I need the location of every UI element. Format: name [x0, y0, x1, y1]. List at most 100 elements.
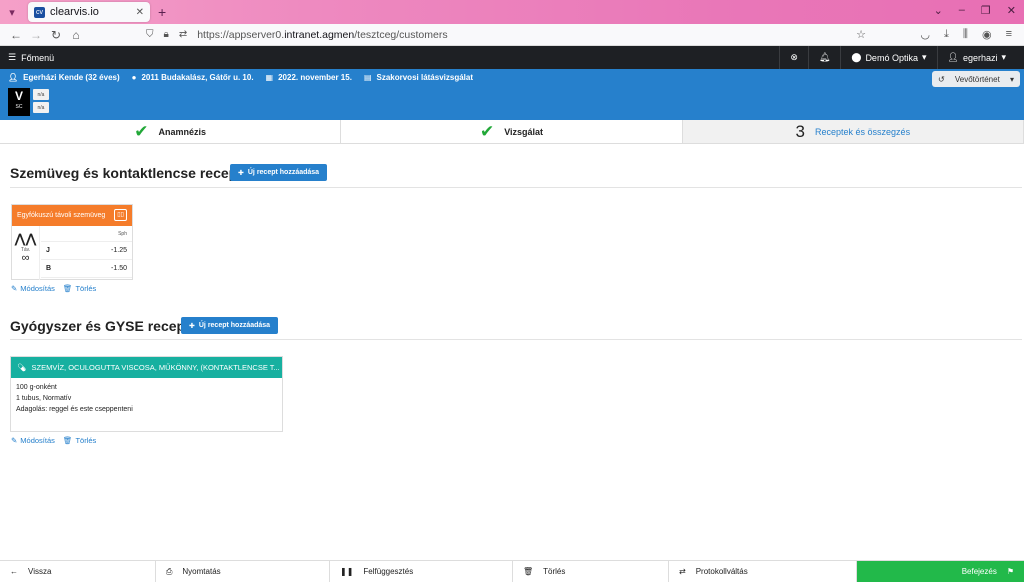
protocol-switch-button[interactable]: ⇄ Protokollváltás	[669, 561, 857, 582]
patient-name: 👤︎ Egerházi Kende (32 éves)	[8, 73, 120, 82]
table-row: J -1.25	[41, 242, 132, 260]
suspend-button[interactable]: ❚❚ Felfüggesztés	[330, 561, 513, 582]
step-label: Anamnézis	[158, 126, 207, 137]
trash-icon: 🗑︎	[62, 284, 73, 293]
caret-down-icon: ▾	[1009, 74, 1014, 84]
user-icon: 👤︎	[947, 52, 959, 62]
caret-down-icon: ▾	[1001, 52, 1006, 62]
minimize-window-icon[interactable]: –	[959, 4, 965, 17]
edit-glasses-link[interactable]: ✎ Módosítás	[11, 284, 55, 293]
add-medicine-prescription-button[interactable]: ✚ Új recept hozzáadása	[181, 317, 279, 334]
caret-down-icon: ▾	[921, 52, 927, 62]
map-pin-icon: ●	[131, 73, 137, 82]
main-menu-label: Főmenü	[21, 52, 55, 63]
add-glasses-prescription-button[interactable]: ✚ Új recept hozzáadása	[230, 164, 328, 181]
exchange-icon: ⇄	[679, 567, 686, 576]
prescription-values: Sph J -1.25 B -1.50	[41, 226, 132, 278]
medicine-card-body: 100 g-onként 1 tubus, Normatív Adagolás:…	[11, 378, 282, 419]
exam-date: ▦ 2022. november 15.	[265, 73, 352, 82]
url-bar[interactable]: ⛉ 🔒︎ ⇄ https://appserver0. intranet.agmen…	[146, 26, 866, 44]
medicine-section-title: Gyógyszer és GYSE receptek	[10, 318, 206, 334]
reload-icon[interactable]: ↻	[46, 28, 66, 42]
user-name: egerhazi	[962, 52, 998, 63]
home-icon[interactable]: ⌂	[66, 28, 86, 42]
hamburger-icon: ☰	[8, 52, 17, 62]
library-icon[interactable]: ⫼	[963, 28, 968, 41]
finish-button[interactable]: Befejezés ⚑	[857, 561, 1024, 582]
document-icon: ▤	[363, 73, 372, 82]
pencil-icon: ✎	[11, 284, 18, 293]
calendar-icon: ▦	[265, 73, 274, 82]
step-prescriptions[interactable]: 3 Receptek és összegzés	[682, 120, 1024, 143]
customer-history-label: Vevőtörténet	[954, 74, 1000, 84]
print-button[interactable]: ⎙ Nyomtatás	[156, 561, 330, 582]
delete-button[interactable]: 🗑︎ Törlés	[513, 561, 669, 582]
check-icon: ✔	[479, 121, 495, 141]
flag-icon: ⚑	[1006, 567, 1014, 576]
app-header: ☰ Főmenü ⊗ 🔔︎ ⬤ Demó Optika ▾ 👤︎ egerhaz…	[0, 46, 1024, 69]
mountain-icon: ⋀⋀	[14, 231, 37, 246]
downloads-icon[interactable]: ⤓	[944, 28, 949, 41]
add-button-label: Új recept hozzáadása	[247, 169, 320, 176]
patient-badge-sub: SC	[15, 104, 23, 110]
plus-icon: ✚	[238, 169, 244, 177]
new-tab-icon[interactable]: +	[158, 4, 166, 20]
back-arrow-icon[interactable]: ←	[6, 28, 26, 42]
patient-address: ● 2011 Budakalász, Gátőr u. 10.	[131, 73, 254, 82]
close-circle-button[interactable]: ⊗	[779, 46, 808, 69]
pills-icon: 💊︎	[17, 363, 27, 372]
customer-history-button[interactable]: ↺ Vevőtörténet ▾	[932, 71, 1020, 87]
infinity-icon: ∞	[21, 252, 30, 264]
close-tab-icon[interactable]: ✕	[136, 7, 144, 18]
restore-window-icon[interactable]: ❐	[981, 4, 991, 17]
account-icon[interactable]: ◉	[982, 28, 992, 41]
edit-medicine-link[interactable]: ✎ Módosítás	[11, 436, 55, 445]
plus-icon: ✚	[189, 322, 195, 330]
exam-type: ▤ Szakorvosi látásvizsgálat	[363, 73, 473, 82]
na-badge-1: n/a	[33, 89, 49, 100]
patient-badge-letter: V	[14, 89, 23, 103]
pause-icon: ❚❚	[340, 567, 354, 576]
lock-icon[interactable]: 🔒︎	[164, 29, 169, 40]
sph-value: -1.25	[111, 247, 127, 254]
step-examination[interactable]: ✔ Vizsgálat	[341, 120, 683, 143]
back-button[interactable]: ← Vissza	[0, 561, 156, 582]
glasses-type-icon: ▯▯	[114, 209, 127, 221]
sph-value: -1.50	[111, 265, 127, 272]
forward-arrow-icon[interactable]: →	[26, 28, 46, 42]
patient-badge: V SC	[8, 88, 30, 116]
main-menu-button[interactable]: ☰ Főmenü	[8, 52, 54, 63]
step-anamnesis[interactable]: ✔ Anamnézis	[0, 120, 342, 143]
glasses-card-title: Egyfókuszú távoli szemüveg	[17, 212, 106, 219]
print-label: Nyomtatás	[182, 567, 221, 576]
browser-tab[interactable]: cv clearvis.io ✕	[28, 2, 150, 22]
section-divider	[10, 339, 1022, 340]
delete-medicine-link[interactable]: 🗑︎ Törlés	[63, 436, 96, 445]
medicine-prescription-card: 💊︎ SZEMVÍZ, OCULOGUTTA VISCOSA, MŰKÖNNY,…	[10, 356, 283, 432]
user-menu[interactable]: 👤︎ egerhazi ▾	[936, 46, 1017, 69]
notifications-button[interactable]: 🔔︎	[807, 46, 840, 69]
shield-icon[interactable]: ⛉	[146, 29, 154, 40]
check-icon: ✔	[134, 121, 149, 141]
firefox-menu-icon[interactable]: ▾	[0, 0, 24, 24]
glasses-section-title: Szemüveg és kontaktlencse receptek	[10, 165, 258, 181]
medicine-package: 1 tubus, Normatív	[16, 395, 72, 402]
medicine-quantity: 100 g-onként	[16, 384, 57, 391]
medicine-card-header: 💊︎ SZEMVÍZ, OCULOGUTTA VISCOSA, MŰKÖNNY,…	[11, 357, 282, 378]
section-divider	[10, 187, 1022, 188]
bottom-action-bar: ← Vissza ⎙ Nyomtatás ❚❚ Felfüggesztés 🗑︎…	[0, 560, 1024, 582]
location-selector[interactable]: ⬤ Demó Optika ▾	[840, 46, 936, 69]
permissions-icon[interactable]: ⇄	[179, 29, 187, 40]
eye-label: B	[46, 265, 52, 272]
pocket-icon[interactable]: ◡	[920, 28, 930, 41]
delete-glasses-link[interactable]: 🗑︎ Törlés	[63, 284, 96, 293]
bookmark-star-icon[interactable]: ☆	[856, 28, 866, 41]
location-label: Demó Optika	[865, 52, 918, 63]
na-badge-2: n/a	[33, 102, 49, 113]
app-menu-icon[interactable]: ≡	[1006, 28, 1012, 41]
list-all-tabs-icon[interactable]: ⌄	[934, 4, 943, 17]
sph-column-header: Sph	[41, 226, 132, 242]
delete-label: Törlés	[543, 567, 566, 576]
close-window-icon[interactable]: ✕	[1007, 4, 1016, 17]
finish-label: Befejezés	[961, 567, 997, 576]
